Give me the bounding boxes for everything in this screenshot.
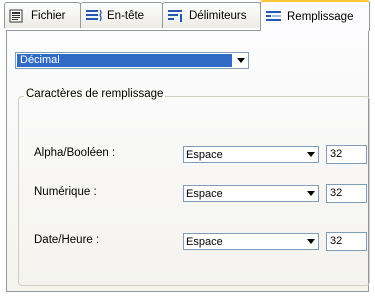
delimiters-icon (167, 9, 185, 23)
tab-label: Délimiteurs (189, 9, 247, 22)
fill-settings-dialog: Fichier En-tête Délimiteurs Remplissage … (0, 0, 375, 300)
format-select[interactable]: Décimal (15, 52, 249, 69)
tab-label: Fichier (31, 9, 66, 22)
group-title: Caractères de remplissage (24, 88, 166, 100)
numeric-select-value: Espace (186, 187, 223, 200)
datetime-label: Date/Heure : (34, 234, 100, 246)
chevron-down-icon[interactable] (303, 147, 318, 162)
tab-label: Remplissage (287, 10, 354, 23)
alpha-boolean-select[interactable]: Espace (183, 146, 319, 163)
document-icon (9, 9, 27, 23)
chevron-down-icon[interactable] (233, 53, 248, 68)
tab-delimiteurs[interactable]: Délimiteurs (162, 2, 261, 28)
datetime-select-value: Espace (186, 235, 223, 248)
tab-fichier[interactable]: Fichier (4, 2, 81, 28)
alpha-boolean-select-value: Espace (186, 148, 223, 161)
tab-label: En-tête (107, 9, 145, 22)
numeric-label: Numérique : (34, 186, 97, 198)
chevron-down-icon[interactable] (303, 186, 318, 201)
datetime-select[interactable]: Espace (183, 233, 319, 250)
numeric-select[interactable]: Espace (183, 185, 319, 202)
alpha-boolean-code-input[interactable]: 32 (326, 145, 367, 164)
header-lines-icon (85, 9, 103, 23)
datetime-code-input[interactable]: 32 (326, 232, 367, 251)
format-select-value: Décimal (17, 54, 232, 67)
alpha-boolean-label: Alpha/Booléen : (34, 147, 116, 159)
tab-en-tete[interactable]: En-tête (80, 2, 163, 28)
numeric-code-input[interactable]: 32 (326, 184, 367, 203)
chevron-down-icon[interactable] (303, 234, 318, 249)
tab-remplissage[interactable]: Remplissage (260, 0, 370, 31)
fill-lines-icon (265, 10, 283, 24)
